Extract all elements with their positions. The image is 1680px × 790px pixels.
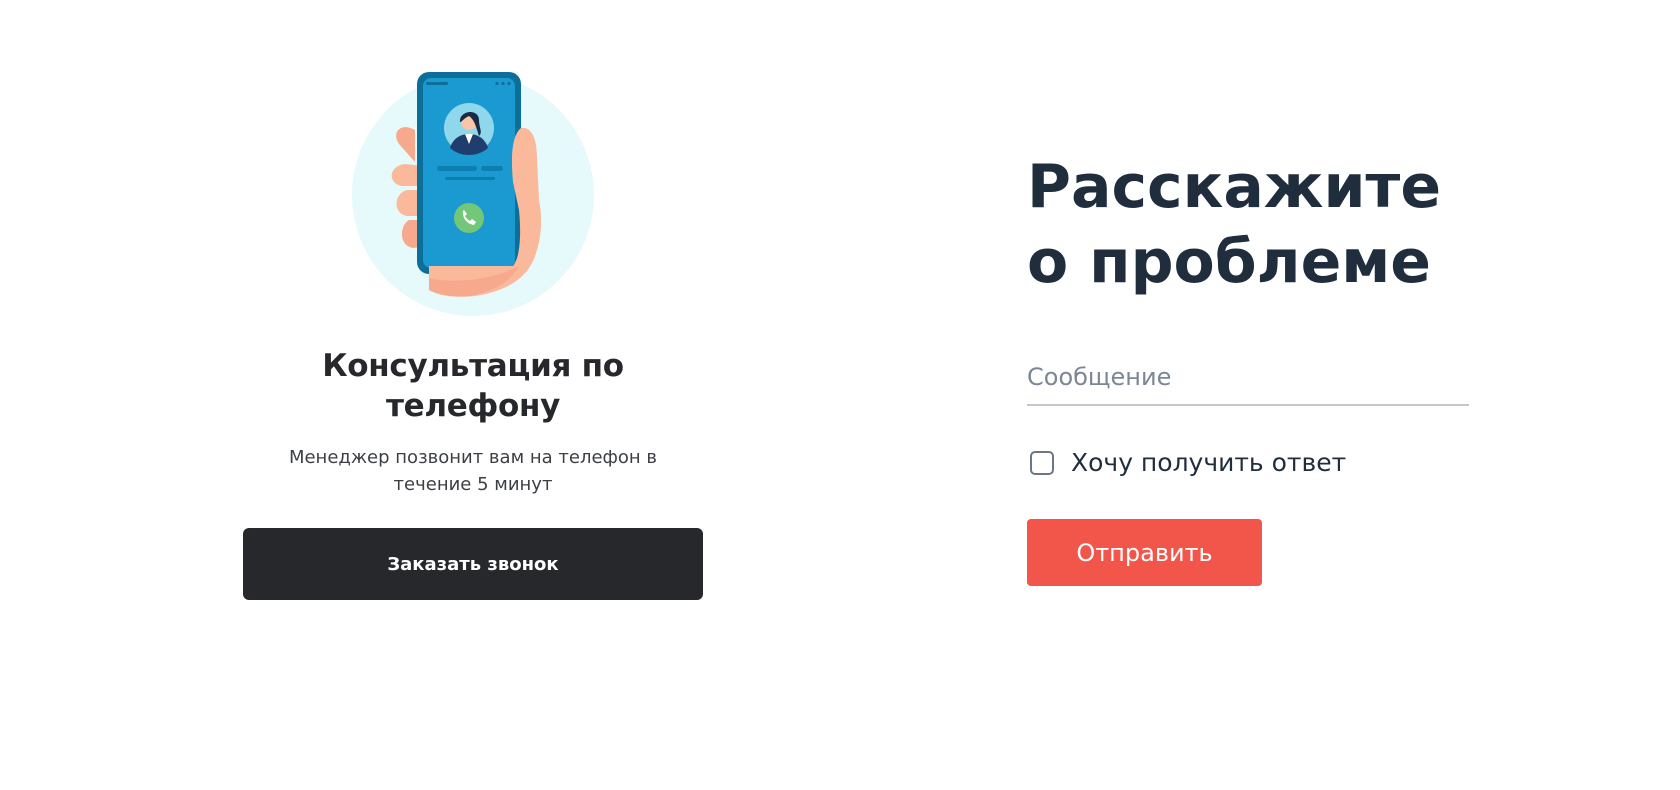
form-title: Расскажите о проблеме bbox=[1027, 150, 1469, 300]
want-answer-checkbox[interactable] bbox=[1030, 450, 1054, 475]
phone-consultation-card: Консультация по телефону Менеджер позвон… bbox=[243, 70, 703, 600]
order-call-button[interactable]: Заказать звонок bbox=[243, 528, 703, 600]
caller-name-line bbox=[437, 166, 477, 171]
consultation-title: Консультация по телефону bbox=[322, 348, 624, 424]
want-answer-label: Хочу получить ответ bbox=[1071, 448, 1347, 477]
phone-call-illustration bbox=[352, 72, 594, 316]
form-title-line2: о проблеме bbox=[1027, 227, 1432, 297]
status-dot bbox=[501, 81, 505, 86]
status-dot bbox=[495, 81, 499, 86]
form-title-line1: Расскажите bbox=[1027, 152, 1442, 222]
message-input[interactable] bbox=[1027, 350, 1469, 406]
caller-name-line bbox=[481, 166, 503, 171]
accept-call-icon bbox=[454, 203, 484, 233]
status-bar-left bbox=[426, 82, 448, 85]
send-button[interactable]: Отправить bbox=[1027, 519, 1262, 586]
page: Консультация по телефону Менеджер позвон… bbox=[0, 0, 1680, 790]
consultation-description: Менеджер позвонит вам на телефон в течен… bbox=[288, 447, 658, 495]
want-answer-checkbox-row[interactable]: Хочу получить ответ bbox=[1027, 448, 1469, 477]
problem-form: Расскажите о проблеме Хочу получить отве… bbox=[1027, 150, 1469, 586]
caller-info-line bbox=[445, 177, 495, 180]
status-dot bbox=[507, 81, 511, 86]
